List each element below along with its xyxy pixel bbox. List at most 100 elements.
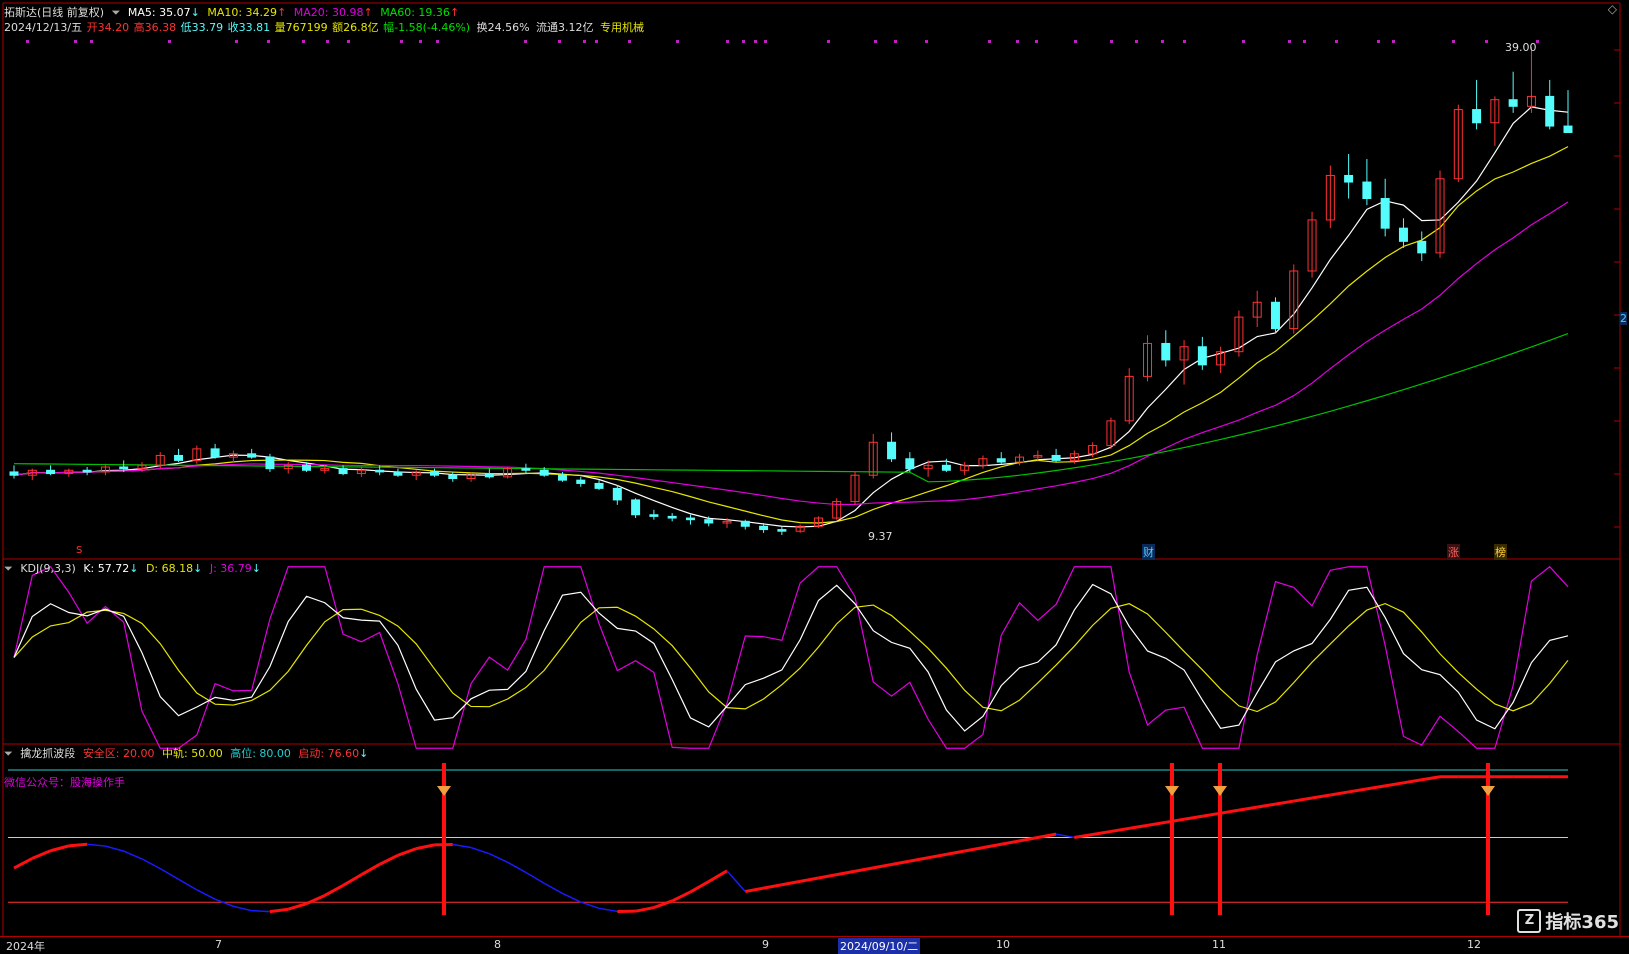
candle-down (595, 483, 603, 488)
ind-wave-segment (1129, 825, 1147, 828)
kdj-d-line (14, 604, 1568, 712)
signal-dot (764, 40, 767, 43)
signal-diamond-icon (437, 786, 451, 796)
candle-down (906, 459, 914, 469)
ind-wave-segment (1111, 828, 1129, 831)
ind-wave-segment (160, 869, 178, 880)
ind-wave-segment (380, 855, 398, 864)
ind-wave-segment (416, 845, 434, 849)
signal-dot (302, 40, 305, 43)
ind-wave-segment (800, 878, 818, 881)
signal-dot (347, 40, 350, 43)
ind-wave-segment (51, 846, 69, 851)
kdj-j-value: J: 36.79 (210, 562, 252, 575)
candle-down (778, 530, 786, 532)
candle-down (449, 475, 457, 478)
signal-dot (1161, 40, 1164, 43)
candle-down (888, 442, 896, 458)
x-label-sep: 9 (762, 938, 769, 951)
x-label-aug: 8 (494, 938, 501, 951)
ind-wave-segment (709, 871, 727, 882)
ind-wave-segment (965, 848, 983, 851)
signal-dot (1110, 40, 1113, 43)
ind-wave-segment (325, 885, 343, 895)
signal-dot (400, 40, 403, 43)
candle-down (248, 454, 256, 457)
chart-canvas[interactable] (0, 0, 1629, 952)
limit-up-marker[interactable]: 涨 (1447, 544, 1460, 560)
ind-wave-segment (1202, 813, 1220, 816)
signal-dot (1452, 40, 1455, 43)
signal-dot (1335, 40, 1338, 43)
kdj-k-arrow-icon: ↓ (129, 562, 138, 575)
signal-dot (1183, 40, 1186, 43)
indicator-title[interactable]: 擒龙抓波段 (20, 747, 75, 760)
candle-down (303, 465, 311, 470)
signal-dot (1485, 40, 1488, 43)
ind-wave-segment (14, 858, 32, 868)
price-high-label: 39.00 (1505, 41, 1537, 54)
candle-down (1345, 175, 1353, 182)
candle-down (47, 470, 55, 473)
candle-down (1363, 182, 1371, 198)
ma60-line (14, 334, 1568, 482)
ind-wave-segment (1001, 841, 1019, 844)
signal-dot (74, 40, 77, 43)
ind-wave-segment (69, 844, 87, 846)
signal-dot (1303, 40, 1306, 43)
candle-down (1546, 96, 1554, 126)
ind-wave-segment (910, 858, 928, 861)
candle-down (540, 470, 548, 475)
ind-wave-segment (1257, 804, 1275, 807)
candle-down (558, 475, 566, 480)
kdj-d-value: D: 68.18 (146, 562, 193, 575)
kdj-title[interactable]: KDJ(9,3,3) (20, 562, 76, 575)
candle-down (997, 459, 1005, 462)
right-scale-tag[interactable]: 2 (1620, 312, 1627, 325)
signal-dot (894, 40, 897, 43)
signal-dot (168, 40, 171, 43)
indicator-high-value: 高位: 80.00 (230, 747, 291, 760)
signal-dot (326, 40, 329, 43)
candle-down (1418, 241, 1426, 253)
candle-down (741, 521, 749, 526)
signal-diamond-icon (1165, 786, 1179, 796)
signal-dot (988, 40, 991, 43)
candle-down (1399, 228, 1407, 241)
finance-marker[interactable]: 财 (1142, 544, 1155, 560)
candle-down (394, 472, 402, 475)
ind-wave-segment (124, 851, 142, 859)
indicator-dropdown-icon[interactable]: ⏷ (4, 747, 13, 760)
candle-down (1162, 343, 1170, 359)
ind-wave-segment (599, 908, 617, 911)
x-label-dec: 12 (1467, 938, 1481, 951)
ind-wave-segment (837, 871, 855, 874)
ind-wave-segment (1221, 810, 1239, 813)
ind-wave-segment (727, 871, 745, 892)
watermark-logo: Z 指标365 (1517, 908, 1619, 934)
ind-wave-segment (1367, 786, 1385, 789)
kdj-j-arrow-icon: ↓ (252, 562, 261, 575)
signal-dot (1135, 40, 1138, 43)
signal-dot (235, 40, 238, 43)
ind-wave-segment (873, 865, 891, 868)
kdj-header: ⏷ KDJ(9,3,3) K: 57.72↓ D: 68.18↓ J: 36.7… (4, 562, 265, 576)
signal-s-marker[interactable]: S (76, 545, 82, 556)
ind-wave-segment (1148, 822, 1166, 825)
signal-dot (583, 40, 586, 43)
candle-down (632, 500, 640, 515)
ind-wave-segment (1330, 792, 1348, 795)
ind-wave-segment (526, 872, 544, 883)
watermark-text: 指标365 (1545, 908, 1619, 934)
candle-down (485, 474, 493, 477)
candle-down (577, 480, 585, 483)
candle-down (942, 465, 950, 470)
ind-wave-segment (270, 909, 288, 911)
kdj-k-line (14, 585, 1568, 731)
ind-wave-segment (581, 902, 599, 908)
signal-dot (524, 40, 527, 43)
signal-dot (676, 40, 679, 43)
kdj-dropdown-icon[interactable]: ⏷ (4, 562, 13, 575)
dragon-list-marker[interactable]: 榜 (1494, 544, 1507, 560)
signal-dot (558, 40, 561, 43)
